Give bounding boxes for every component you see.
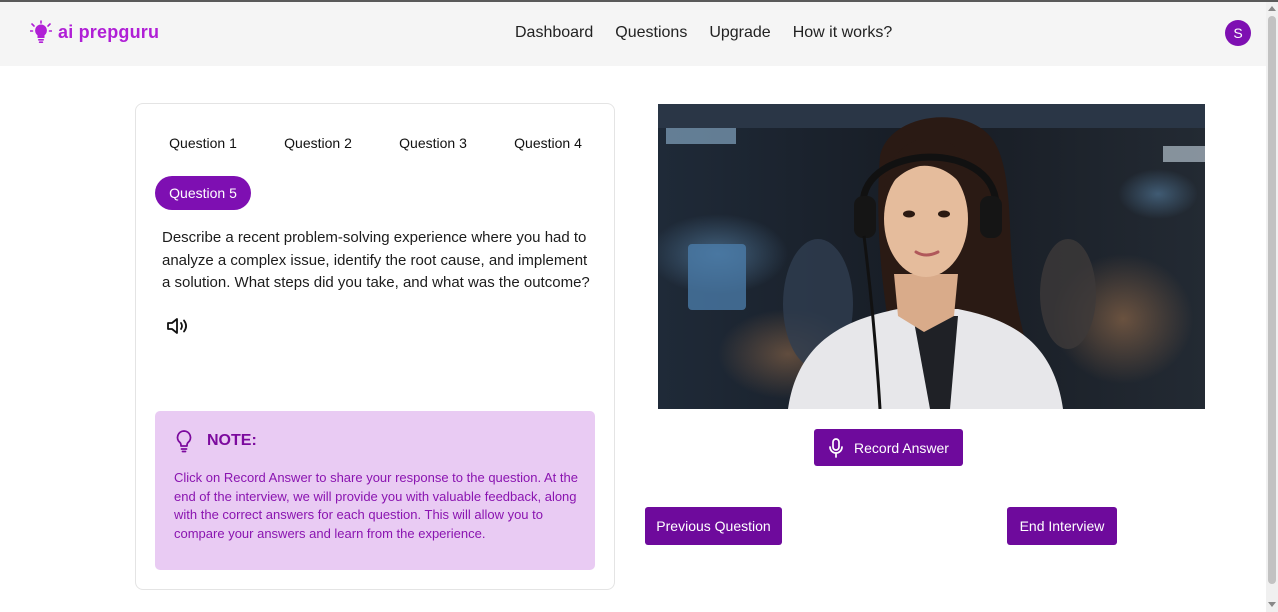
webcam-preview: [658, 104, 1205, 409]
question-card: Question 1 Question 2 Question 3 Questio…: [135, 103, 615, 590]
record-answer-label: Record Answer: [854, 439, 949, 456]
tab-question-5[interactable]: Question 5: [155, 176, 251, 210]
scroll-up-arrow-icon[interactable]: [1268, 6, 1276, 11]
top-navbar: ai prepguru Dashboard Questions Upgrade …: [0, 2, 1266, 66]
note-body: Click on Record Answer to share your res…: [174, 470, 578, 541]
scrollbar-thumb[interactable]: [1268, 16, 1276, 584]
note-box: NOTE: Click on Record Answer to share yo…: [155, 411, 595, 570]
nav-dashboard[interactable]: Dashboard: [515, 24, 593, 42]
brand-logo[interactable]: ai prepguru: [30, 20, 159, 44]
scroll-down-arrow-icon[interactable]: [1268, 602, 1276, 607]
record-answer-button[interactable]: Record Answer: [814, 429, 963, 466]
page-scrollbar[interactable]: [1266, 2, 1278, 612]
nav-upgrade[interactable]: Upgrade: [709, 24, 770, 42]
user-avatar[interactable]: S: [1225, 20, 1251, 46]
question-text: Describe a recent problem-solving experi…: [162, 229, 590, 291]
previous-question-button[interactable]: Previous Question: [645, 507, 782, 545]
nav-questions[interactable]: Questions: [615, 24, 687, 42]
speaker-icon[interactable]: [166, 315, 190, 337]
note-title: NOTE:: [207, 432, 257, 449]
nav-how-it-works[interactable]: How it works?: [793, 24, 893, 42]
tab-question-2[interactable]: Question 2: [270, 126, 366, 160]
lightbulb-icon: [176, 430, 192, 453]
lightbulb-logo-icon: [30, 20, 52, 43]
tab-question-3[interactable]: Question 3: [385, 126, 481, 160]
brand-name: ai prepguru: [58, 21, 160, 42]
tab-question-1[interactable]: Question 1: [155, 126, 251, 160]
microphone-icon: [829, 437, 843, 458]
main-nav: Dashboard Questions Upgrade How it works…: [515, 24, 892, 42]
note-header: NOTE:: [175, 429, 257, 453]
end-interview-button[interactable]: End Interview: [1007, 507, 1117, 545]
tab-question-4[interactable]: Question 4: [500, 126, 596, 160]
webcam-image: [658, 104, 1205, 409]
